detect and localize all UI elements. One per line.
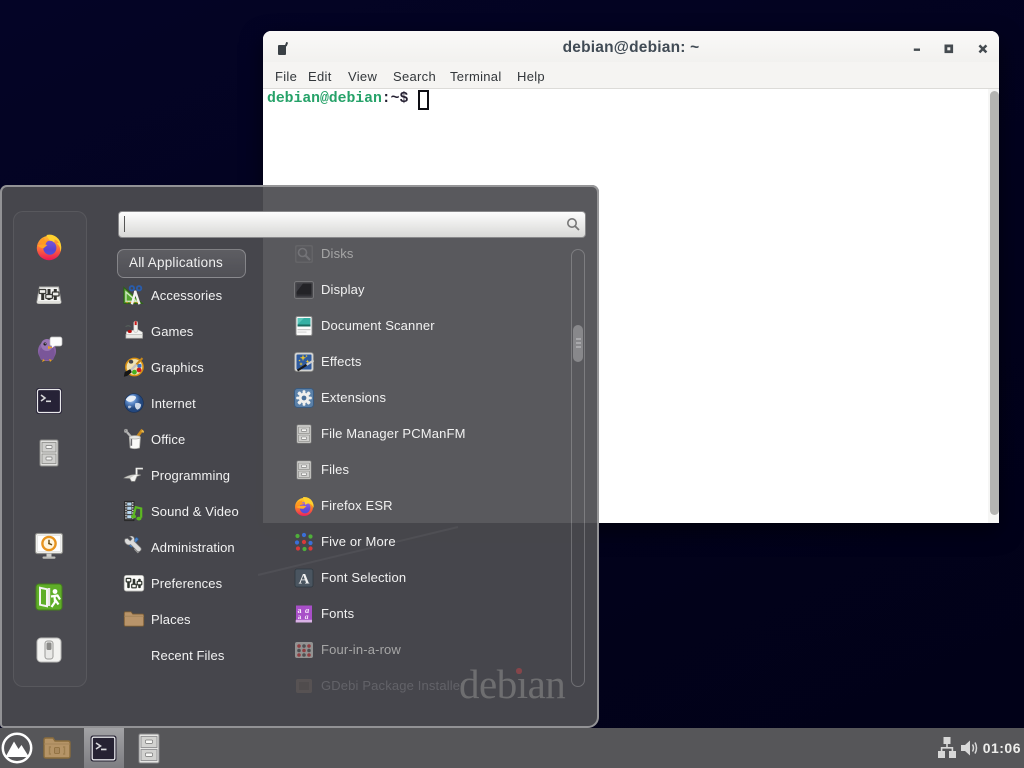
svg-text:a: a — [305, 612, 309, 621]
svg-text:a: a — [298, 613, 302, 621]
svg-text:A: A — [299, 572, 310, 588]
